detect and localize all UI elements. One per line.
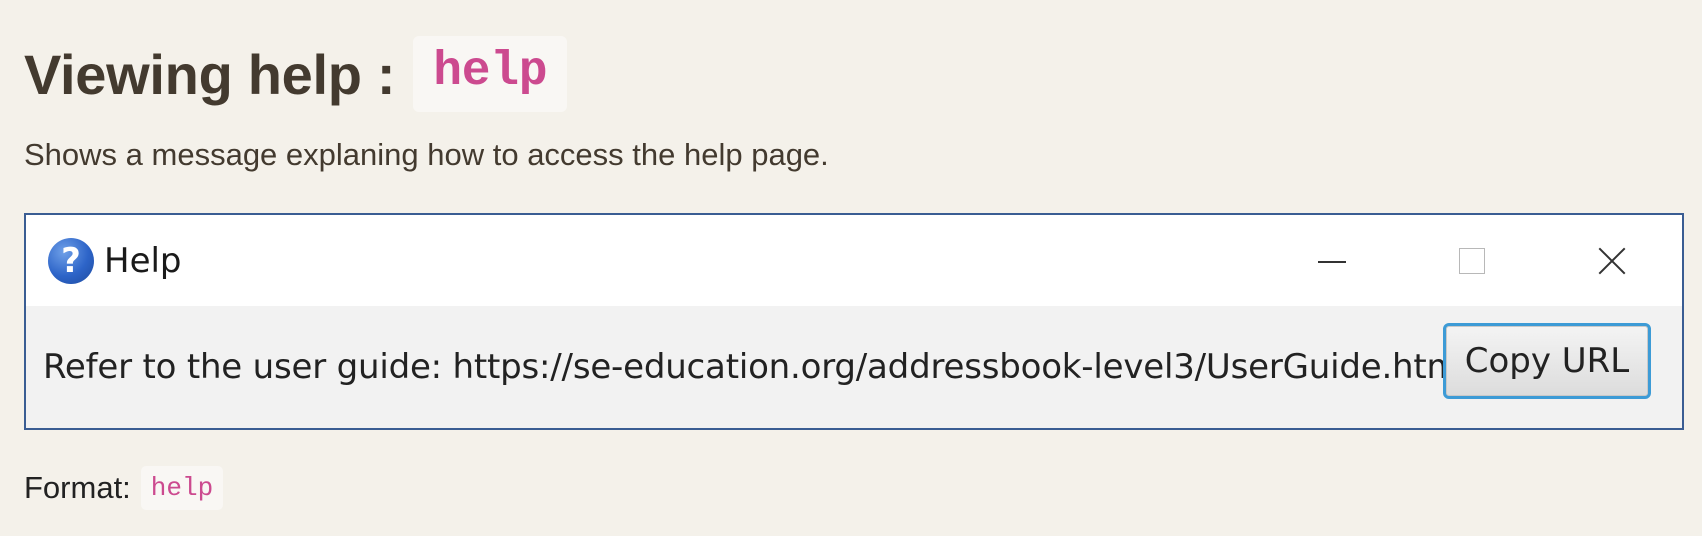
copy-url-button[interactable]: Copy URL	[1443, 323, 1651, 399]
heading-code: help	[433, 45, 548, 99]
command-description: Shows a message explaning how to access …	[24, 137, 829, 172]
format-line: Format: help	[24, 466, 224, 510]
user-guide-message: Refer to the user guide: https://se-educ…	[43, 347, 1469, 387]
format-code-pill: help	[140, 466, 224, 510]
heading-code-pill: help	[413, 36, 568, 112]
window-content: Refer to the user guide: https://se-educ…	[26, 306, 1682, 428]
page-heading: Viewing help : help	[24, 36, 568, 112]
close-button[interactable]	[1542, 215, 1682, 306]
window-controls	[1262, 215, 1682, 306]
minimize-icon	[1318, 260, 1346, 263]
help-question-icon: ?	[48, 237, 94, 284]
format-label: Format:	[24, 470, 131, 505]
heading-text: Viewing help :	[24, 42, 396, 106]
maximize-icon	[1459, 247, 1485, 274]
help-window: ? Help Refer to the user guide: https://…	[24, 213, 1684, 430]
close-icon	[1598, 247, 1626, 275]
window-title: Help	[104, 240, 182, 281]
minimize-button[interactable]	[1262, 215, 1402, 306]
format-code: help	[150, 473, 214, 503]
maximize-button[interactable]	[1402, 215, 1542, 306]
window-titlebar: ? Help	[26, 215, 1682, 306]
